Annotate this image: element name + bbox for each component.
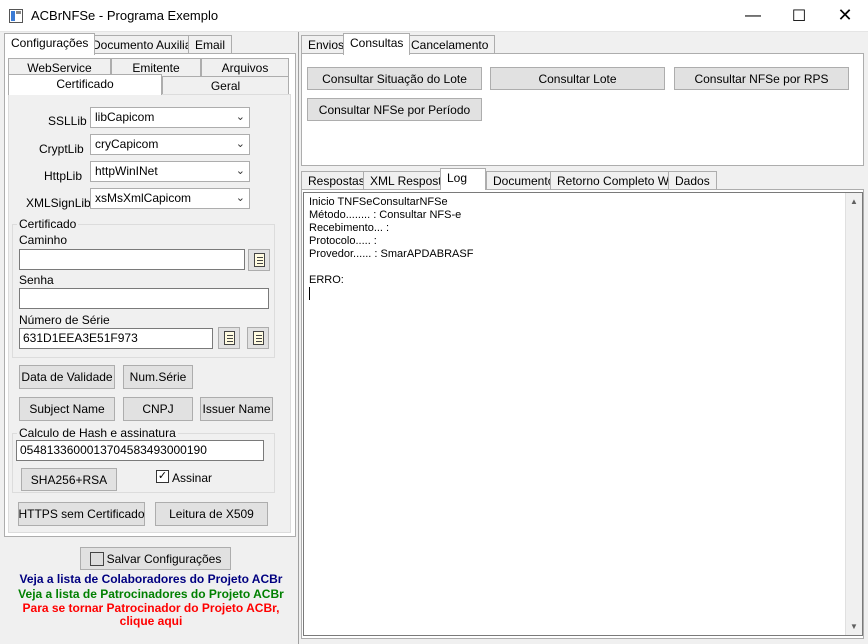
leitura-x509-button[interactable]: Leitura de X509 (155, 502, 268, 526)
cryptlib-value: cryCapicom (95, 137, 159, 151)
minimize-icon[interactable]: — (730, 0, 776, 31)
patrocinadores-link[interactable]: Veja a lista de Patrocinadores do Projet… (4, 587, 298, 601)
file-icon (224, 331, 235, 345)
tab-cancelamento[interactable]: Cancelamento (404, 35, 496, 54)
window-title: ACBrNFSe - Programa Exemplo (31, 8, 219, 23)
save-icon (89, 551, 104, 566)
data-validade-button[interactable]: Data de Validade (19, 365, 115, 389)
tab-geral[interactable]: Geral (162, 76, 289, 95)
log-line: Inicio TNFSeConsultarNFSe (309, 196, 448, 208)
caminho-label: Caminho (19, 233, 68, 247)
assinar-checkbox[interactable]: ✓ (156, 470, 169, 483)
tab-configuracoes[interactable]: Configurações (4, 33, 96, 55)
chevron-down-icon: ⌄ (235, 192, 245, 204)
log-line: Método........ : Consultar NFS-e (309, 209, 462, 221)
salvar-label: Salvar Configurações (106, 551, 222, 566)
tab-respostas[interactable]: Respostas (301, 171, 372, 190)
httplib-value: httpWinINet (95, 164, 158, 178)
issuer-name-button[interactable]: Issuer Name (200, 397, 273, 421)
cryptlib-label: CryptLib (39, 142, 84, 156)
ssllib-value: libCapicom (95, 110, 155, 124)
consultar-situacao-lote-button[interactable]: Consultar Situação do Lote (307, 67, 482, 90)
consultar-lote-button[interactable]: Consultar Lote (490, 67, 665, 90)
file-icon (254, 253, 265, 267)
tab-documento-auxiliar[interactable]: Documento Auxiliar (85, 35, 203, 54)
sha256-rsa-button[interactable]: SHA256+RSA (21, 468, 117, 491)
xmlsignlib-value: xsMsXmlCapicom (95, 191, 192, 205)
log-line: Provedor...... : SmarAPDABRASF (309, 248, 474, 260)
salvar-configuracoes-button[interactable]: Salvar Configurações (80, 547, 231, 570)
tab-retorno-completo-ws[interactable]: Retorno Completo WS (550, 171, 685, 190)
xmlsignlib-select[interactable]: xsMsXmlCapicom ⌄ (90, 188, 250, 209)
serie-list-button[interactable] (247, 327, 269, 349)
app-icon (9, 9, 23, 23)
tab-arquivos[interactable]: Arquivos (201, 58, 289, 77)
log-line: Recebimento... : (309, 222, 390, 234)
num-serie-button[interactable]: Num.Série (123, 365, 193, 389)
ssllib-select[interactable]: libCapicom ⌄ (90, 107, 250, 128)
colaboradores-link[interactable]: Veja a lista de Colaboradores do Projeto… (4, 572, 298, 586)
chevron-down-icon: ⌄ (235, 165, 245, 177)
xmlsignlib-label: XMLSignLib (26, 196, 91, 210)
chevron-down-icon: ⌄ (235, 138, 245, 150)
vertical-scrollbar[interactable]: ▲ ▼ (845, 193, 862, 635)
tab-dados[interactable]: Dados (668, 171, 717, 190)
assinar-label: Assinar (172, 471, 213, 485)
cnpj-button[interactable]: CNPJ (123, 397, 193, 421)
chevron-down-icon: ⌄ (235, 111, 245, 123)
text-caret (309, 287, 310, 300)
tab-log[interactable]: Log (440, 168, 486, 190)
scroll-down-icon[interactable]: ▼ (846, 618, 862, 635)
file-icon (253, 331, 264, 345)
clique-aqui-link[interactable]: clique aqui (4, 614, 298, 628)
consultar-nfse-rps-button[interactable]: Consultar NFSe por RPS (674, 67, 849, 90)
certificado-group-title: Certificado (17, 217, 79, 231)
splitter[interactable] (298, 32, 299, 644)
scroll-up-icon[interactable]: ▲ (846, 193, 862, 210)
maximize-icon[interactable]: ☐ (776, 0, 822, 31)
caminho-browse-button[interactable] (248, 249, 270, 271)
httplib-select[interactable]: httpWinINet ⌄ (90, 161, 250, 182)
tab-certificado[interactable]: Certificado (8, 74, 162, 95)
ssllib-label: SSLLib (48, 114, 87, 128)
consultar-nfse-periodo-button[interactable]: Consultar NFSe por Período (307, 98, 482, 121)
title-bar: ACBrNFSe - Programa Exemplo — ☐ ✕ (0, 0, 868, 32)
httplib-label: HttpLib (44, 169, 83, 183)
senha-label: Senha (19, 273, 54, 287)
tab-email[interactable]: Email (188, 35, 233, 54)
senha-input[interactable] (19, 288, 269, 309)
hash-input[interactable]: 05481336000137045834930001​90 (16, 440, 264, 461)
caminho-input[interactable] (19, 249, 245, 270)
numero-serie-label: Número de Série (19, 313, 110, 327)
tab-consultas[interactable]: Consultas (343, 33, 411, 55)
serie-select-button[interactable] (218, 327, 240, 349)
https-sem-certificado-button[interactable]: HTTPS sem Certificado (18, 502, 145, 526)
hash-group-title: Calculo de Hash e assinatura (17, 426, 178, 440)
log-textarea[interactable]: Inicio TNFSeConsultarNFSe Método........… (303, 192, 863, 636)
close-icon[interactable]: ✕ (822, 0, 868, 31)
log-line: Protocolo..... : (309, 235, 377, 247)
log-line: ERRO: (309, 274, 344, 286)
subject-name-button[interactable]: Subject Name (19, 397, 115, 421)
cryptlib-select[interactable]: cryCapicom ⌄ (90, 134, 250, 155)
numero-serie-input[interactable]: 631D1EEA3E51F973 (19, 328, 213, 349)
tornar-patrocinador-link[interactable]: Para se tornar Patrocinador do Projeto A… (4, 601, 298, 615)
